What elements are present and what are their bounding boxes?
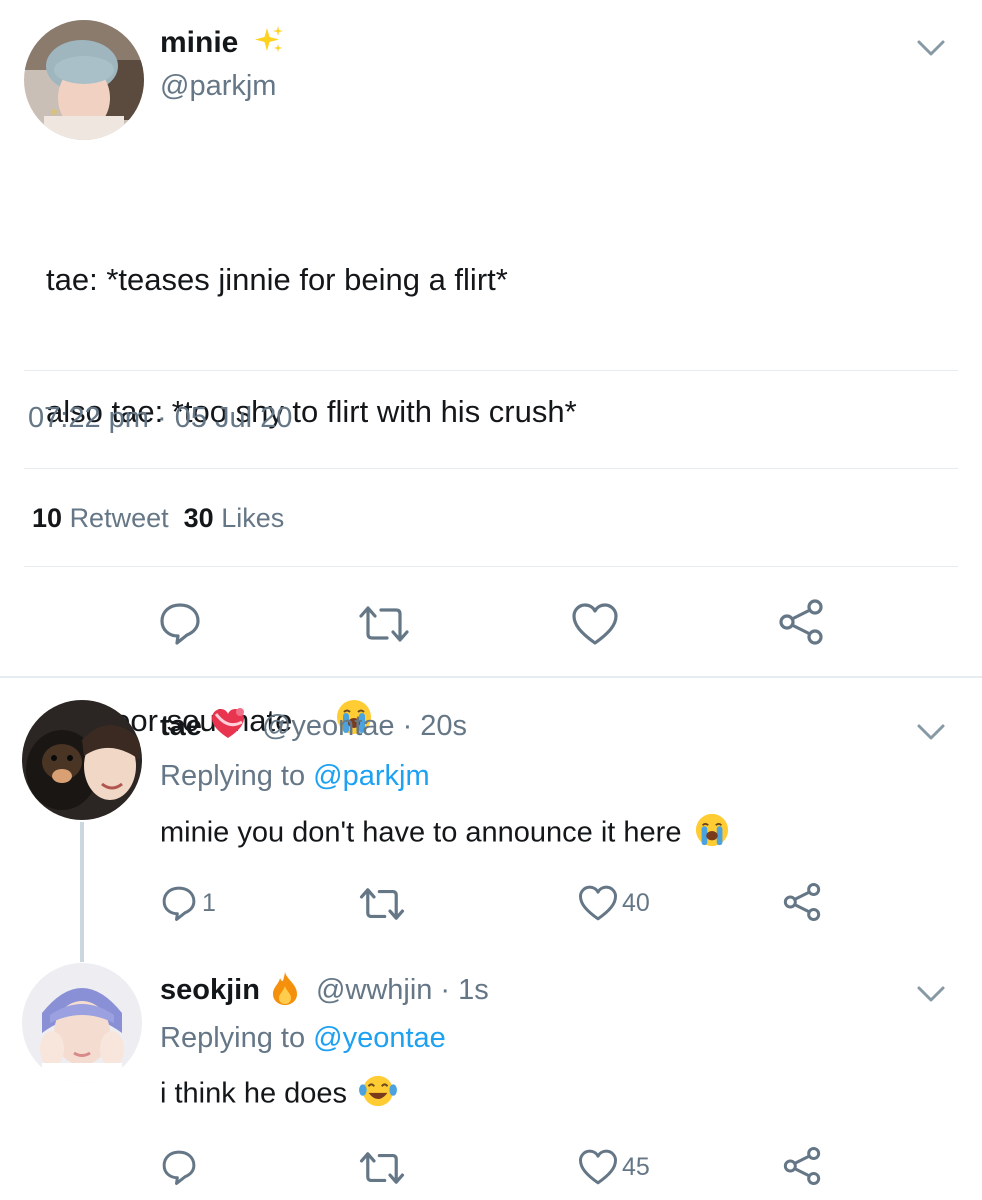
reply-2-like-count: 45 — [622, 1152, 650, 1181]
likes-stat[interactable]: 30 Likes — [184, 503, 285, 533]
reply-1-like-button[interactable]: 40 — [578, 884, 650, 922]
main-tweet-text-line-1: tae: *teases jinnie for being a flirt* — [46, 262, 508, 297]
reply-1-header: tae @yeontae · 20s — [160, 706, 467, 747]
reply-1-time[interactable]: · 20s — [403, 710, 467, 743]
avatar-seokjin[interactable] — [22, 963, 142, 1083]
heart-with-ribbon-emoji-icon — [210, 706, 246, 747]
reply-2-time[interactable]: · 1s — [440, 974, 488, 1007]
reply-1-text: minie you don't have to announce it here — [160, 812, 730, 856]
reply-1-retweet-button[interactable] — [358, 886, 406, 922]
divider-main-thread-end — [0, 676, 982, 678]
heart-icon — [572, 603, 618, 645]
reply-1-reply-count: 1 — [202, 888, 216, 917]
main-retweet-button[interactable] — [357, 604, 411, 644]
avatar-minie[interactable] — [24, 20, 144, 140]
reply-1-like-count: 40 — [622, 888, 650, 917]
main-reply-button[interactable] — [157, 600, 203, 646]
retweet-icon — [359, 606, 409, 642]
heart-icon — [579, 885, 617, 921]
main-like-button[interactable] — [571, 602, 619, 646]
share-icon — [783, 883, 821, 921]
share-icon — [783, 1147, 821, 1185]
reply-1-author-name[interactable]: tae — [160, 710, 202, 743]
reply-icon — [162, 886, 196, 922]
main-tweet-stats: 10 Retweet 30 Likes — [32, 503, 284, 534]
reply-2-mention-link[interactable]: @yeontae — [313, 1022, 446, 1054]
share-icon — [779, 599, 823, 645]
main-tweet-author-handle[interactable]: @parkjm — [160, 70, 276, 103]
reply-1-author-handle[interactable]: @yeontae — [262, 710, 395, 743]
reply-2-text: i think he does — [160, 1073, 398, 1117]
fire-emoji-icon — [270, 970, 300, 1011]
reply-2-author-handle[interactable]: @wwhjin — [316, 974, 432, 1007]
reply-icon — [162, 1150, 196, 1186]
main-tweet-menu-chevron-icon[interactable] — [916, 38, 946, 58]
main-tweet-author-name[interactable]: minie — [160, 24, 285, 64]
reply-2-retweet-button[interactable] — [358, 1150, 406, 1186]
main-share-button[interactable] — [777, 598, 825, 646]
retweet-icon — [359, 888, 405, 920]
main-tweet-timestamp[interactable]: 07:22 pm · 05 Jul 20 — [28, 402, 292, 435]
reply-1-replying-to: Replying to @parkjm — [160, 760, 430, 792]
reply-2-author-name[interactable]: seokjin — [160, 974, 260, 1007]
reply-2-header: seokjin @wwhjin · 1s — [160, 970, 489, 1011]
reply-1-menu-chevron-icon[interactable] — [916, 722, 946, 742]
reply-2-menu-chevron-icon[interactable] — [916, 984, 946, 1004]
divider-after-stats — [24, 566, 958, 567]
divider-after-timestamp — [24, 468, 958, 469]
reply-2-reply-button[interactable] — [160, 1148, 198, 1186]
reply-2-share-button[interactable] — [782, 1146, 822, 1186]
avatar-tae[interactable] — [22, 700, 142, 820]
reply-icon — [160, 603, 200, 645]
loudly-crying-face-emoji-icon — [694, 812, 730, 856]
thread-connector-line — [80, 822, 84, 962]
retweet-stat[interactable]: 10 Retweet — [32, 503, 169, 533]
reply-2-like-button[interactable]: 45 — [578, 1148, 650, 1186]
heart-icon — [579, 1149, 617, 1185]
main-tweet-text: tae: *teases jinnie for being a flirt* a… — [46, 170, 577, 742]
reply-2-replying-to: Replying to @yeontae — [160, 1022, 446, 1054]
divider-after-text — [24, 370, 958, 371]
reply-1-mention-link[interactable]: @parkjm — [313, 760, 429, 792]
retweet-icon — [359, 1152, 405, 1184]
reply-1-share-button[interactable] — [782, 882, 822, 922]
sparkles-emoji-icon — [253, 24, 285, 64]
face-with-tears-of-joy-emoji-icon — [359, 1073, 398, 1117]
reply-1-reply-button[interactable]: 1 — [160, 884, 216, 922]
